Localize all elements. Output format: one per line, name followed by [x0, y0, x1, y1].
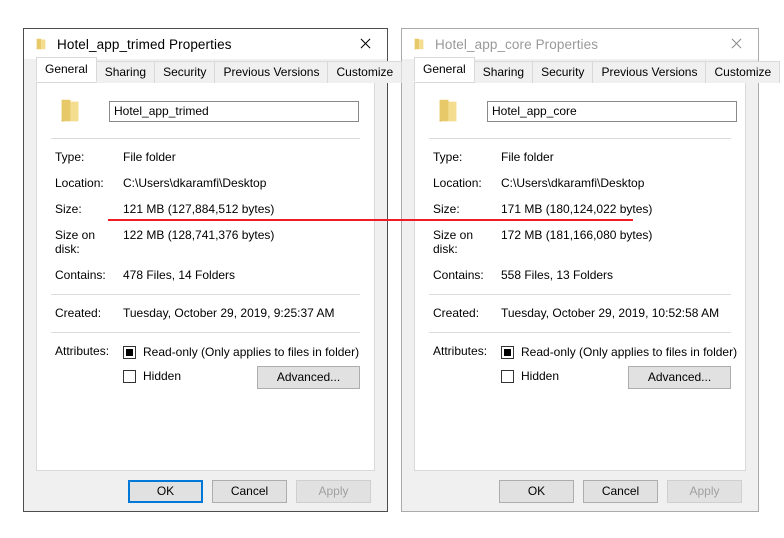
info-row-type: Type: File folder	[433, 150, 745, 164]
info-label: Created:	[433, 306, 480, 320]
info-value: Tuesday, October 29, 2019, 10:52:58 AM	[501, 306, 720, 320]
folder-name-input[interactable]	[487, 100, 737, 122]
info-row-size: Size: 171 MB (180,124,022 bytes)	[433, 202, 745, 216]
info-row-contains: Contains: 558 Files, 13 Folders	[433, 268, 745, 282]
tab-sharing[interactable]: Sharing	[95, 61, 156, 83]
tab-security[interactable]: Security	[532, 61, 594, 83]
info-label: Contains:	[55, 268, 106, 282]
ok-button[interactable]: OK	[128, 479, 203, 503]
info-table-left: Type: File folder Location: C:\Users\dka…	[37, 139, 374, 282]
info-row-created: Created: Tuesday, October 29, 2019, 9:25…	[55, 306, 374, 320]
tab-customize[interactable]: Customize	[705, 61, 781, 83]
info-value: File folder	[501, 150, 554, 164]
hidden-row[interactable]: Hidden Advanced...	[123, 366, 374, 389]
info-label: Location:	[433, 176, 482, 190]
folder-icon	[55, 96, 85, 126]
info-row-size-on-disk: Size on disk: 172 MB (181,166,080 bytes)	[433, 228, 745, 256]
folder-name-input[interactable]	[109, 100, 359, 122]
info-label: Size:	[55, 202, 82, 216]
info-value: 478 Files, 14 Folders	[123, 268, 236, 282]
attributes-block: Attributes: Read-only (Only applies to f…	[37, 333, 374, 392]
window-title: Hotel_app_core Properties	[435, 36, 599, 52]
info-value: C:\Users\dkaramfi\Desktop	[501, 176, 645, 190]
cancel-button[interactable]: Cancel	[212, 479, 287, 503]
info-label: Type:	[55, 150, 85, 164]
readonly-label: Read-only (Only applies to files in fold…	[521, 345, 738, 359]
info-label: Size on disk:	[433, 228, 474, 256]
info-row-type: Type: File folder	[55, 150, 374, 164]
info-row-location: Location: C:\Users\dkaramfi\Desktop	[55, 176, 374, 190]
folder-icon	[412, 37, 426, 51]
tabstrip-left[interactable]: General Sharing Security Previous Versio…	[24, 57, 403, 83]
readonly-label: Read-only (Only applies to files in fold…	[143, 345, 360, 359]
info-table-right: Type: File folder Location: C:\Users\dka…	[415, 139, 745, 282]
info-row-contains: Contains: 478 Files, 14 Folders	[55, 268, 374, 282]
apply-button: Apply	[667, 479, 742, 503]
info-value-size: 121 MB (127,884,512 bytes)	[123, 202, 275, 216]
info-row-size: Size: 121 MB (127,884,512 bytes)	[55, 202, 374, 216]
info-value: Tuesday, October 29, 2019, 9:25:37 AM	[123, 306, 335, 320]
attributes-label: Attributes:	[433, 344, 488, 358]
info-label: Size on disk:	[55, 228, 96, 256]
folder-name-row	[415, 83, 745, 126]
hidden-checkbox[interactable]	[501, 369, 514, 383]
info-label: Contains:	[433, 268, 484, 282]
tab-previous-versions[interactable]: Previous Versions	[214, 61, 329, 83]
created-row-wrap: Created: Tuesday, October 29, 2019, 9:25…	[37, 295, 374, 320]
readonly-checkbox[interactable]	[501, 345, 514, 359]
readonly-row[interactable]: Read-only (Only applies to files in fold…	[123, 344, 374, 360]
tabstrip-right[interactable]: General Sharing Security Previous Versio…	[402, 57, 781, 83]
tab-customize[interactable]: Customize	[327, 61, 403, 83]
hidden-checkbox[interactable]	[123, 369, 136, 383]
info-value: 172 MB (181,166,080 bytes)	[501, 228, 653, 242]
close-button[interactable]	[713, 29, 758, 58]
hidden-label: Hidden	[521, 369, 560, 383]
titlebar-left[interactable]: Hotel_app_trimed Properties	[24, 29, 387, 59]
readonly-row[interactable]: Read-only (Only applies to files in fold…	[501, 344, 745, 360]
folder-icon	[433, 96, 463, 126]
info-value: 558 Files, 13 Folders	[501, 268, 614, 282]
footer-left: OK Cancel Apply	[24, 471, 387, 511]
advanced-button[interactable]: Advanced...	[628, 366, 731, 389]
hidden-label: Hidden	[143, 369, 182, 383]
info-row-created: Created: Tuesday, October 29, 2019, 10:5…	[433, 306, 745, 320]
info-row-size-on-disk: Size on disk: 122 MB (128,741,376 bytes)	[55, 228, 374, 256]
attributes-block: Attributes: Read-only (Only applies to f…	[415, 333, 745, 392]
info-label: Type:	[433, 150, 463, 164]
tab-page-general-left: Type: File folder Location: C:\Users\dka…	[36, 82, 375, 471]
advanced-button[interactable]: Advanced...	[257, 366, 360, 389]
close-icon	[730, 38, 741, 49]
cancel-button[interactable]: Cancel	[583, 479, 658, 503]
folder-icon	[34, 37, 48, 51]
info-value: C:\Users\dkaramfi\Desktop	[123, 176, 267, 190]
properties-dialog-left[interactable]: Hotel_app_trimed Properties General Shar…	[23, 28, 403, 512]
created-row-wrap: Created: Tuesday, October 29, 2019, 10:5…	[415, 295, 745, 320]
ok-button[interactable]: OK	[499, 479, 574, 503]
info-value: 122 MB (128,741,376 bytes)	[123, 228, 275, 242]
properties-dialog-right[interactable]: Hotel_app_core Properties General Sharin…	[401, 28, 781, 512]
close-button[interactable]	[342, 29, 387, 58]
hidden-row[interactable]: Hidden Advanced...	[501, 366, 745, 389]
readonly-checkbox[interactable]	[123, 345, 136, 359]
close-icon	[359, 38, 370, 49]
tab-page-general-right: Type: File folder Location: C:\Users\dka…	[414, 82, 746, 471]
tab-general[interactable]: General	[36, 57, 97, 82]
window-title: Hotel_app_trimed Properties	[57, 36, 232, 52]
info-value-size: 171 MB (180,124,022 bytes)	[501, 202, 653, 216]
attributes-label: Attributes:	[55, 344, 110, 358]
red-underline-annotation	[108, 219, 633, 221]
tab-security[interactable]: Security	[154, 61, 216, 83]
footer-right: OK Cancel Apply	[402, 471, 758, 511]
tab-previous-versions[interactable]: Previous Versions	[592, 61, 707, 83]
info-value: File folder	[123, 150, 176, 164]
titlebar-right[interactable]: Hotel_app_core Properties	[402, 29, 758, 59]
apply-button: Apply	[296, 479, 371, 503]
info-label: Created:	[55, 306, 102, 320]
folder-name-row	[37, 83, 374, 126]
info-label: Location:	[55, 176, 104, 190]
tab-sharing[interactable]: Sharing	[473, 61, 534, 83]
info-row-location: Location: C:\Users\dkaramfi\Desktop	[433, 176, 745, 190]
info-label: Size:	[433, 202, 460, 216]
tab-general[interactable]: General	[414, 57, 475, 82]
